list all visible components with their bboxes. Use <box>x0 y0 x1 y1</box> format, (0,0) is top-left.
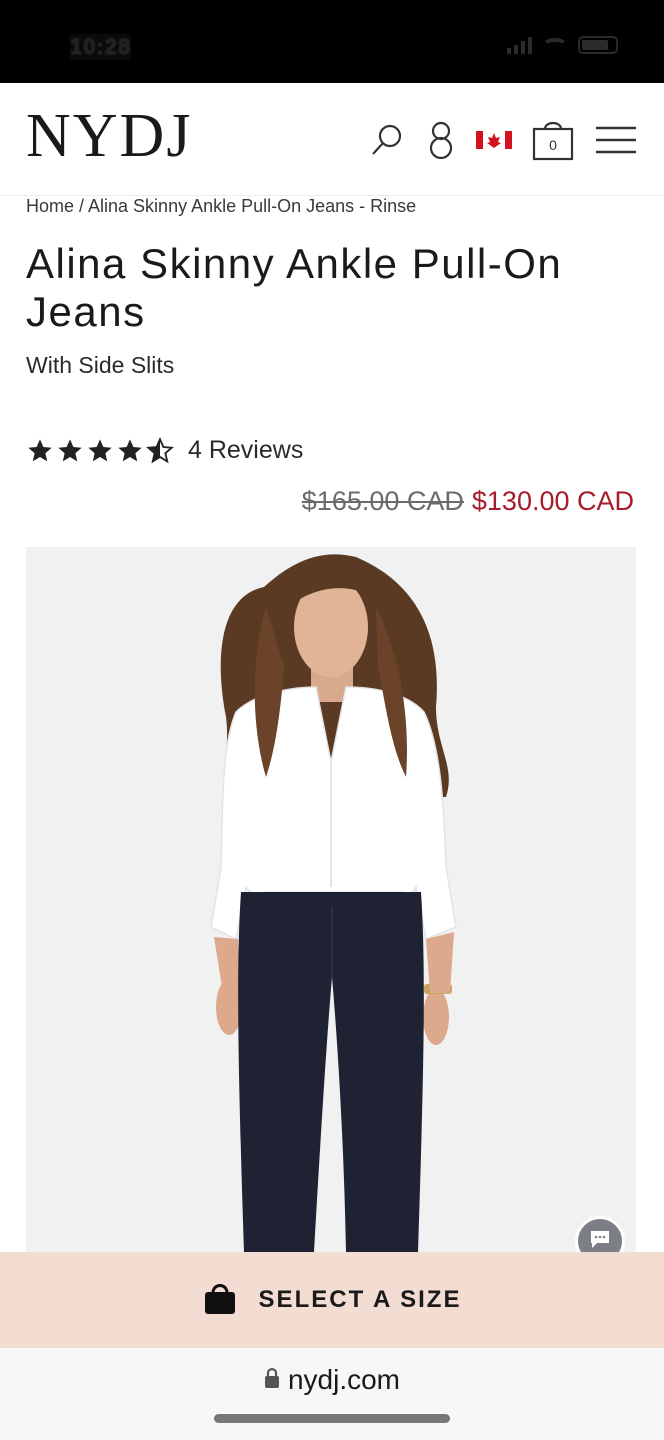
status-bar: 10:28 <box>0 0 664 83</box>
canada-flag-icon[interactable] <box>476 129 512 151</box>
site-header: NYDJ 0 <box>0 83 664 196</box>
star-icon <box>88 438 112 461</box>
url-display[interactable]: nydj.com <box>0 1364 664 1396</box>
signal-icon <box>507 36 532 54</box>
star-icon <box>28 438 52 461</box>
model-photo <box>26 547 636 1252</box>
nydj-logo[interactable]: NYDJ <box>26 105 192 167</box>
product-rating[interactable]: 4 Reviews <box>26 436 303 465</box>
url-text: nydj.com <box>287 1364 401 1395</box>
product-image[interactable] <box>26 547 636 1252</box>
sale-price: $130.00 CAD <box>471 486 634 516</box>
breadcrumb[interactable]: Home / Alina Skinny Ankle Pull-On Jeans … <box>26 196 416 217</box>
select-size-label: SELECT A SIZE <box>258 1286 462 1313</box>
rating-stars <box>26 436 174 465</box>
search-icon[interactable] <box>370 122 406 158</box>
home-indicator[interactable] <box>214 1414 450 1423</box>
shopping-bag-icon[interactable]: 0 <box>532 119 574 161</box>
browser-url-bar[interactable]: nydj.com <box>0 1348 664 1440</box>
status-icons <box>507 36 618 54</box>
product-price: $165.00 CAD $130.00 CAD <box>302 486 634 517</box>
cart-count: 0 <box>549 137 557 153</box>
menu-icon[interactable] <box>594 124 638 156</box>
reviews-link[interactable]: 4 Reviews <box>188 436 303 465</box>
account-icon[interactable] <box>426 121 456 159</box>
product-subtitle: With Side Slits <box>26 352 175 378</box>
star-icon <box>118 438 142 461</box>
select-size-button[interactable]: SELECT A SIZE <box>0 1252 664 1348</box>
product-title: Alina Skinny Ankle Pull-On Jeans <box>26 240 563 335</box>
shopping-bag-icon <box>203 1280 237 1321</box>
half-star-icon <box>146 436 174 463</box>
chat-icon <box>588 1228 612 1255</box>
star-icon <box>58 438 82 461</box>
status-time: 10:28 <box>70 34 132 60</box>
original-price: $165.00 CAD <box>301 486 464 516</box>
wifi-icon <box>542 38 568 54</box>
lock-icon <box>264 1364 280 1396</box>
battery-icon <box>578 36 618 54</box>
header-icons: 0 <box>370 119 638 161</box>
